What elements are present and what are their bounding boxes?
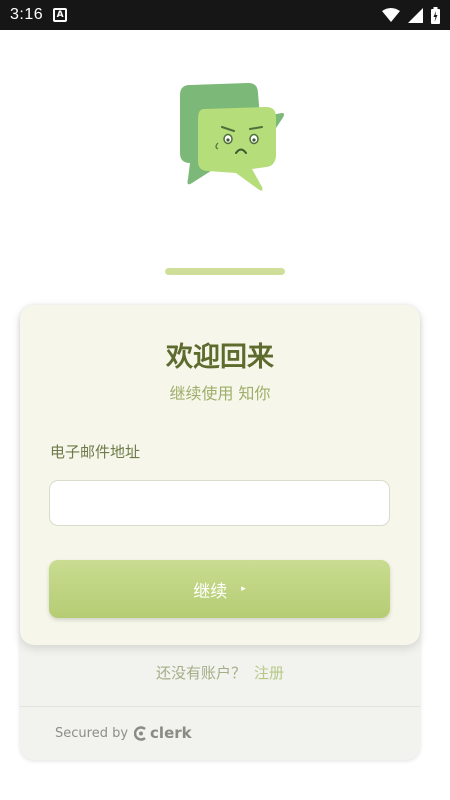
continue-button[interactable]: 继续 ▸	[49, 560, 390, 618]
continue-label: 继续	[193, 581, 228, 602]
signup-link[interactable]: 注册	[254, 664, 284, 682]
footer-divider	[20, 706, 420, 707]
page-title: 欢迎回来	[166, 342, 274, 373]
clerk-icon	[134, 725, 146, 741]
play-icon: ▸	[241, 584, 246, 594]
email-label: 电子邮件地址	[50, 443, 141, 461]
app-notification-icon: A	[53, 8, 68, 22]
app-logo-icon	[180, 83, 284, 191]
page-subtitle: 继续使用 知你	[169, 384, 271, 403]
wifi-icon	[382, 8, 400, 22]
email-field[interactable]	[49, 480, 390, 526]
status-time: 3:16	[10, 6, 44, 23]
sign-in-card: 欢迎回来 继续使用 知你 电子邮件地址 继续 ▸	[20, 305, 420, 645]
status-bar: 3:16 A	[0, 0, 450, 30]
battery-icon	[431, 6, 440, 24]
secured-by-text: Secured by	[55, 725, 129, 741]
signal-icon	[408, 7, 423, 23]
no-account-text: 还没有账户？	[155, 664, 246, 682]
secured-by-clerk: Secured by clerk	[55, 724, 192, 742]
progress-fill	[165, 268, 285, 275]
clerk-brand: clerk	[150, 724, 192, 742]
clerk-logo: clerk	[134, 724, 192, 742]
loading-progress-bar	[165, 268, 285, 275]
signup-prompt: 还没有账户？ 注册	[20, 662, 420, 683]
